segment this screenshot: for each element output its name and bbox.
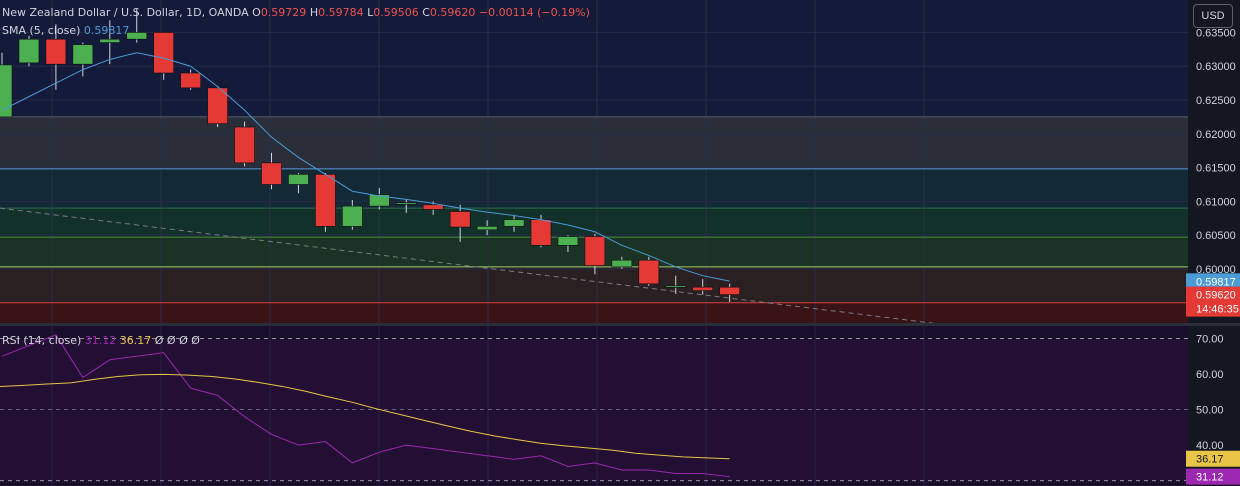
rsi-ma-tag: 36.17 [1196, 454, 1224, 466]
sma-legend-label: SMA (5, close) [2, 24, 81, 37]
high-label: H [309, 6, 319, 19]
candle-body [342, 205, 363, 227]
open-label: O [252, 6, 261, 19]
candle-body [315, 174, 336, 227]
candle-body [476, 226, 498, 231]
candle-body [234, 126, 255, 164]
pane-separator [0, 323, 1240, 326]
price-axis-tick-label: 0.63500 [1196, 27, 1236, 39]
price-axis-tick-label: 0.60500 [1196, 230, 1236, 242]
change-value: −0.00114 (−0.19%) [478, 6, 590, 19]
candle-body [395, 202, 417, 205]
rsi-axis-tick-label: 70.00 [1196, 333, 1224, 345]
sma-price-tag: 0.59817 [1196, 276, 1236, 288]
price-axis-tick-label: 0.61500 [1196, 163, 1236, 175]
close-label: C [422, 6, 430, 19]
sma-legend-value: 0.59817 [83, 24, 130, 37]
candle-body [18, 38, 40, 64]
symbol-legend: New Zealand Dollar / U.S. Dollar, 1D, OA… [2, 6, 590, 20]
rsi-legend-label: RSI (14, close) [2, 334, 82, 347]
candle-body [0, 64, 13, 118]
rsi-axis-tick-label: 50.00 [1196, 405, 1224, 417]
price-zone [0, 266, 1188, 303]
sma-legend[interactable]: SMA (5, close) 0.59817 [2, 24, 129, 38]
rsi-ma-legend-value: 36.17 [119, 334, 152, 347]
symbol-title: New Zealand Dollar / U.S. Dollar, 1D, OA… [2, 6, 249, 19]
rsi-legend-extras: Ø Ø Ø Ø [154, 334, 200, 347]
close-price-tag: 0.59620 [1196, 290, 1236, 302]
candle-body [72, 44, 94, 65]
candle-body [557, 236, 579, 246]
candle-body [45, 38, 67, 65]
candle-body [288, 174, 309, 185]
candle-body [126, 32, 148, 40]
price-zone [0, 116, 1188, 169]
close-value: 0.59620 [429, 6, 476, 19]
candle-body [99, 38, 121, 43]
rsi-legend-value: 31.12 [84, 334, 117, 347]
candle-body [719, 286, 740, 295]
price-axis-tick-label: 0.63000 [1196, 61, 1236, 73]
rsi-tag: 31.12 [1196, 472, 1224, 484]
candle-body [611, 259, 633, 268]
candle-body [449, 211, 471, 228]
candle-body [530, 219, 552, 246]
candle-body [261, 162, 282, 185]
rsi-axis-tick-label: 40.00 [1196, 440, 1224, 452]
candle-body [665, 285, 687, 288]
candle-body [503, 219, 525, 227]
rsi-legend[interactable]: RSI (14, close) 31.12 36.17 Ø Ø Ø Ø [2, 334, 200, 348]
price-axis-tick-label: 0.62000 [1196, 129, 1236, 141]
price-zone [0, 208, 1188, 238]
low-value: 0.59506 [373, 6, 419, 19]
price-zone [0, 168, 1188, 209]
candle-body [638, 259, 660, 285]
open-value: 0.59729 [260, 6, 307, 19]
high-value: 0.59784 [318, 6, 364, 19]
candle-body [422, 204, 444, 210]
countdown-tag: 14:46:35 [1196, 304, 1239, 316]
candle-body [180, 72, 201, 89]
price-axis-tick-label: 0.62500 [1196, 95, 1236, 107]
candle-body [153, 32, 174, 74]
candle-body [584, 236, 606, 266]
chart-canvas[interactable]: 0.63500 0.63000 0.62500 0.62000 0.61500 0.610… [0, 0, 1240, 486]
price-axis-tick-label: 0.61000 [1196, 196, 1236, 208]
currency-button[interactable]: USD [1193, 4, 1233, 28]
rsi-axis-tick-label: 60.00 [1196, 369, 1224, 381]
candle-body [692, 286, 714, 291]
